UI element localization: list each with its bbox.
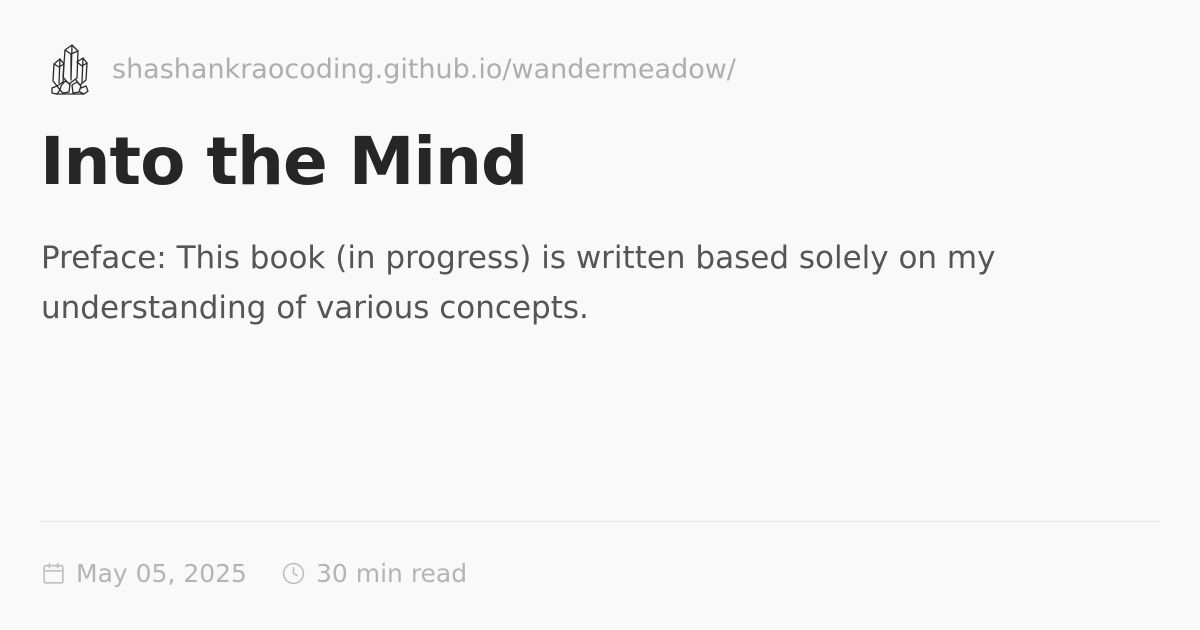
clock-icon [282, 562, 305, 584]
read-time-text: 30 min read [315, 558, 468, 588]
article-description: Preface: This book (in progress) is writ… [41, 240, 996, 326]
divider [40, 521, 1160, 522]
publish-date: May 05, 2025 [41, 559, 247, 588]
publish-date-text: May 05, 2025 [76, 558, 247, 588]
article-title: Into the Mind [40, 123, 528, 200]
read-time: 30 min read [281, 559, 467, 588]
article-meta: May 05, 2025 30 min read [41, 555, 467, 591]
site-url[interactable]: shashankraocoding.github.io/wandermeadow… [112, 54, 736, 85]
site-header: shashankraocoding.github.io/wandermeadow… [48, 42, 736, 96]
crystal-cluster-icon [51, 44, 89, 95]
calendar-icon [43, 562, 64, 584]
og-card: shashankraocoding.github.io/wandermeadow… [0, 0, 1200, 630]
